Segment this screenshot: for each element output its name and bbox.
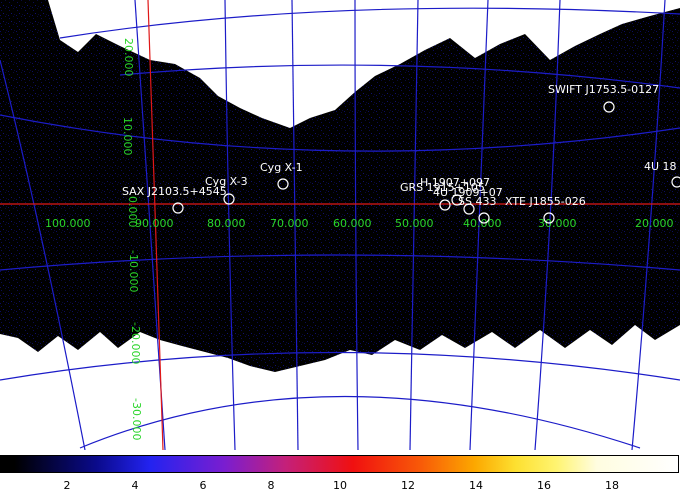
ra-label: 40.000	[463, 217, 502, 230]
ra-label: 80.000	[207, 217, 246, 230]
colorbar-tick: 16	[537, 479, 551, 492]
colorbar-tick: 6	[199, 479, 207, 492]
colorbar-tick: 14	[469, 479, 483, 492]
dec-label: -30.000	[130, 398, 143, 440]
dec-label: 10.000	[121, 117, 134, 156]
dec-label: -20.000	[129, 322, 142, 364]
ra-label: 70.000	[270, 217, 309, 230]
colorbar-tick: 10	[333, 479, 347, 492]
ra-label: 90.000	[135, 217, 174, 230]
ra-label: 20.000	[635, 217, 674, 230]
sky-map: 100.000 90.000 80.000 70.000 60.000 50.0…	[0, 0, 680, 450]
dec-label: 0.000	[126, 196, 139, 228]
source-label: Cyg X-1	[260, 161, 303, 174]
source-label: SS 433	[458, 195, 496, 208]
ra-label: 50.000	[395, 217, 434, 230]
colorbar-tick: 18	[605, 479, 619, 492]
dec-label: -10.000	[127, 250, 140, 292]
colorbar-tick: 8	[267, 479, 275, 492]
source-label: SWIFT J1753.5-0127	[548, 83, 659, 96]
colorbar-gradient	[0, 455, 679, 473]
source-label: 4U 18	[644, 160, 677, 173]
colorbar-tick: 2	[63, 479, 71, 492]
source-label: XTE J1855-026	[505, 195, 586, 208]
colorbar: 2 4 6 8 10 12 14 16 18	[0, 455, 680, 499]
ra-label: 100.000	[45, 217, 91, 230]
ra-label: 60.000	[333, 217, 372, 230]
colorbar-tick: 4	[131, 479, 139, 492]
colorbar-tick: 12	[401, 479, 415, 492]
dec-label: 20.000	[122, 38, 135, 77]
source-label: Cyg X-3	[205, 175, 248, 188]
